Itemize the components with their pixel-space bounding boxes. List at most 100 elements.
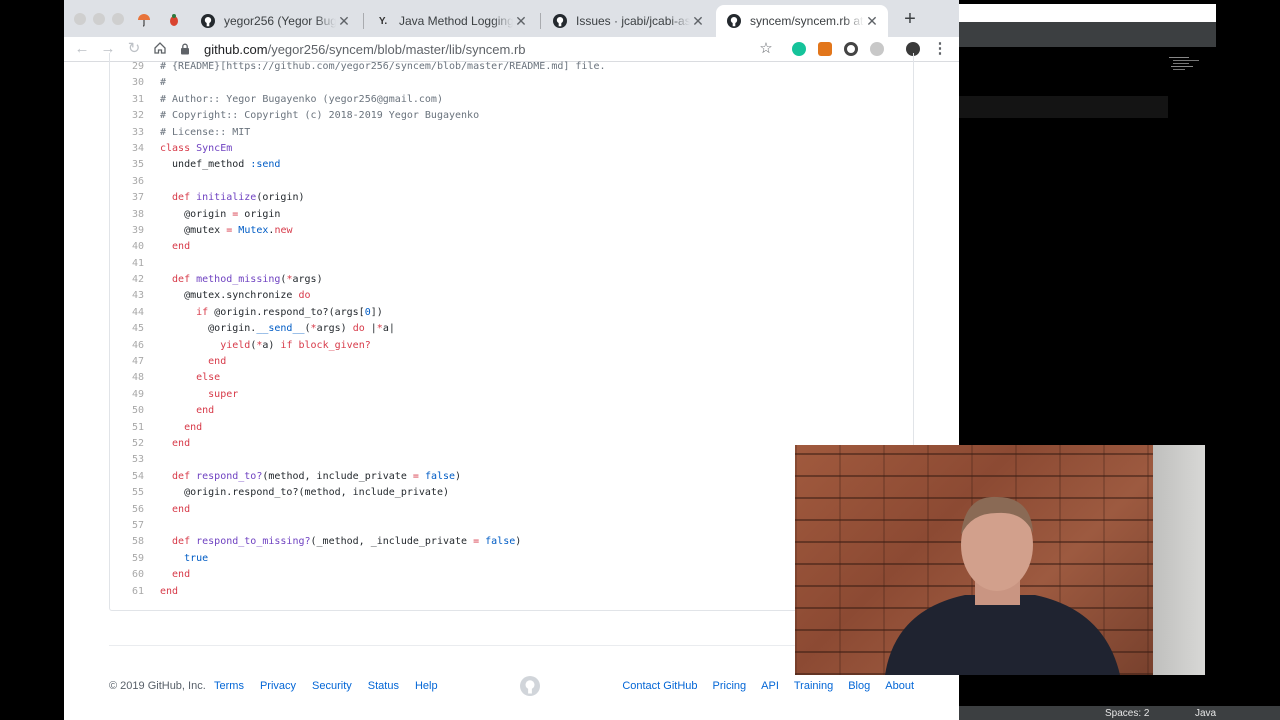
language-mode[interactable]: Java bbox=[1195, 708, 1216, 719]
line-content: # Author:: Yegor Bugayenko (yegor256@gma… bbox=[160, 92, 443, 108]
line-content: class SyncEm bbox=[160, 141, 232, 157]
line-number[interactable]: 45 bbox=[110, 321, 160, 337]
line-number[interactable]: 42 bbox=[110, 272, 160, 288]
code-line: 51 end bbox=[110, 420, 913, 436]
line-number[interactable]: 48 bbox=[110, 370, 160, 386]
pinned-tab-bug[interactable] bbox=[166, 12, 182, 28]
line-number[interactable]: 33 bbox=[110, 125, 160, 141]
tab-jcabi-issues[interactable]: Issues · jcabi/jcabi-aspects ✕ bbox=[542, 5, 714, 37]
footer-link-blog[interactable]: Blog bbox=[848, 680, 870, 692]
close-tab-icon[interactable]: ✕ bbox=[864, 13, 880, 30]
line-number[interactable]: 44 bbox=[110, 305, 160, 321]
editor-status-bar: Spaces: 2 Java bbox=[959, 706, 1280, 720]
zoom-window-button[interactable] bbox=[112, 13, 124, 25]
line-number[interactable]: 50 bbox=[110, 403, 160, 419]
line-content: # License:: MIT bbox=[160, 125, 250, 141]
line-number[interactable]: 30 bbox=[110, 75, 160, 91]
line-number[interactable]: 34 bbox=[110, 141, 160, 157]
code-token: a) bbox=[262, 339, 281, 351]
footer-copyright: © 2019 GitHub, Inc. bbox=[109, 680, 206, 692]
line-number[interactable]: 55 bbox=[110, 485, 160, 501]
code-token: end bbox=[160, 421, 203, 433]
new-tab-button[interactable]: + bbox=[898, 9, 922, 31]
line-content: @origin = origin bbox=[160, 207, 280, 223]
line-number[interactable]: 60 bbox=[110, 567, 160, 583]
tab-divider bbox=[540, 13, 541, 29]
code-token: false bbox=[424, 470, 456, 482]
line-number[interactable]: 61 bbox=[110, 584, 160, 600]
github-mark-icon[interactable] bbox=[520, 676, 540, 696]
close-window-button[interactable] bbox=[74, 13, 86, 25]
line-number[interactable]: 54 bbox=[110, 469, 160, 485]
footer-link-security[interactable]: Security bbox=[312, 680, 352, 692]
footer-link-pricing[interactable]: Pricing bbox=[713, 680, 747, 692]
code-line: 50 end bbox=[110, 403, 913, 419]
code-token: end bbox=[160, 585, 179, 597]
tab-title: yegor256 (Yegor Bugayenko) bbox=[224, 14, 336, 28]
bug-icon bbox=[170, 14, 178, 26]
footer-link-about[interactable]: About bbox=[885, 680, 914, 692]
code-token: a| bbox=[382, 323, 395, 335]
close-tab-icon[interactable]: ✕ bbox=[690, 13, 706, 30]
tab-syncem-active[interactable]: syncem/syncem.rb at master ✕ bbox=[716, 5, 888, 37]
line-number[interactable]: 40 bbox=[110, 239, 160, 255]
minimize-window-button[interactable] bbox=[93, 13, 105, 25]
line-number[interactable]: 39 bbox=[110, 223, 160, 239]
code-line: 45 @origin.__send__(*args) do |*a| bbox=[110, 321, 913, 337]
line-number[interactable]: 49 bbox=[110, 387, 160, 403]
line-number[interactable]: 41 bbox=[110, 256, 160, 272]
line-number[interactable]: 57 bbox=[110, 518, 160, 534]
code-line: 38 @origin = origin bbox=[110, 207, 913, 223]
editor-tab-bar bbox=[959, 22, 1216, 47]
footer-link-terms[interactable]: Terms bbox=[214, 680, 244, 692]
footer-link-contact[interactable]: Contact GitHub bbox=[622, 680, 697, 692]
line-content: else bbox=[160, 370, 220, 386]
code-line: 56 end bbox=[110, 502, 913, 518]
footer-link-status[interactable]: Status bbox=[368, 680, 399, 692]
close-tab-icon[interactable]: ✕ bbox=[336, 13, 352, 30]
line-content: true bbox=[160, 551, 208, 567]
footer-link-api[interactable]: API bbox=[761, 680, 779, 692]
line-content: end bbox=[160, 239, 190, 255]
line-number[interactable]: 29 bbox=[110, 59, 160, 75]
github-icon bbox=[726, 13, 742, 29]
code-token: ) bbox=[515, 536, 522, 548]
line-number[interactable]: 35 bbox=[110, 157, 160, 173]
line-content: @origin.respond_to?(method, include_priv… bbox=[160, 485, 449, 501]
pinned-tab-umbrella[interactable] bbox=[136, 12, 152, 28]
editor-title-strip bbox=[959, 4, 1216, 22]
code-line: 55 @origin.respond_to?(method, include_p… bbox=[110, 485, 913, 501]
code-token: undef_method bbox=[160, 159, 251, 171]
line-number[interactable]: 46 bbox=[110, 338, 160, 354]
footer-link-privacy[interactable]: Privacy bbox=[260, 680, 296, 692]
line-number[interactable]: 59 bbox=[110, 551, 160, 567]
tab-java-method-logging[interactable]: Y. Java Method Logging with AOP ✕ bbox=[365, 5, 537, 37]
tab-yegor256-profile[interactable]: yegor256 (Yegor Bugayenko) ✕ bbox=[190, 5, 360, 37]
line-number[interactable]: 56 bbox=[110, 502, 160, 518]
footer-link-training[interactable]: Training bbox=[794, 680, 833, 692]
line-number[interactable]: 37 bbox=[110, 190, 160, 206]
line-number[interactable]: 58 bbox=[110, 534, 160, 550]
line-number[interactable]: 32 bbox=[110, 108, 160, 124]
line-number[interactable]: 43 bbox=[110, 288, 160, 304]
close-tab-icon[interactable]: ✕ bbox=[513, 13, 529, 30]
line-number[interactable]: 52 bbox=[110, 436, 160, 452]
back-arrow-icon[interactable]: ← bbox=[74, 41, 90, 57]
indent-setting[interactable]: Spaces: 2 bbox=[1105, 708, 1149, 719]
line-number[interactable]: 36 bbox=[110, 174, 160, 190]
code-token: method_missing bbox=[196, 274, 281, 286]
line-number[interactable]: 38 bbox=[110, 207, 160, 223]
tab-title: syncem/syncem.rb at master bbox=[750, 14, 864, 28]
code-line: 61 end bbox=[110, 584, 913, 600]
code-line: 29 # {README}[https://github.com/yegor256… bbox=[110, 59, 913, 75]
footer-link-help[interactable]: Help bbox=[415, 680, 438, 692]
chrome-menu-icon[interactable]: ⋮ bbox=[932, 41, 948, 57]
line-number[interactable]: 51 bbox=[110, 420, 160, 436]
line-number[interactable]: 47 bbox=[110, 354, 160, 370]
line-number[interactable]: 53 bbox=[110, 452, 160, 468]
line-number[interactable]: 31 bbox=[110, 92, 160, 108]
code-token: (_method, _include_private bbox=[310, 536, 474, 548]
code-token: super bbox=[160, 388, 239, 400]
code-line: 52 end bbox=[110, 436, 913, 452]
code-token: # Author:: Yegor Bugayenko (yegor256@gma… bbox=[160, 93, 443, 105]
